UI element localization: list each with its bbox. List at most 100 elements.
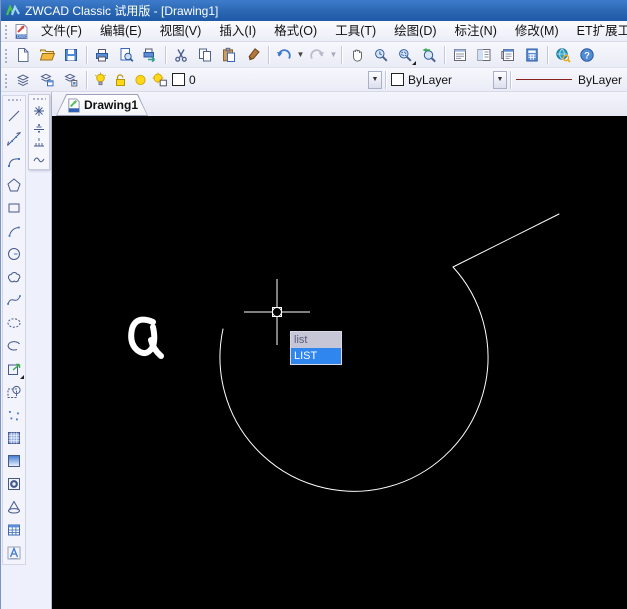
publish-button[interactable] [138,44,162,66]
multiple-point-button[interactable] [29,103,49,119]
menu-bar: DWG 文件(F) 编辑(E) 视图(V) 插入(I) 格式(O) 工具(T) 绘图(D) 标… [1,21,627,42]
color-combo-arrow[interactable]: ▼ [493,70,507,89]
menu-item[interactable]: 插入(I) [210,21,265,41]
svg-text:?: ? [584,50,590,61]
cut-button[interactable] [169,44,193,66]
layer-states-button[interactable] [59,69,83,91]
layer-tools-button[interactable] [35,69,59,91]
construction-line-button[interactable] [3,127,25,150]
menu-item[interactable]: 格式(O) [265,21,326,41]
undo-button[interactable] [272,44,296,66]
layer-manager-button[interactable] [11,69,35,91]
ellipse-arc-button[interactable] [3,334,25,357]
tab-drawing1[interactable]: Drawing1 [56,94,148,116]
revision-cloud-button[interactable] [3,265,25,288]
print-preview-button[interactable] [114,44,138,66]
menu-item[interactable]: 绘图(D) [385,21,445,41]
open-button[interactable] [35,44,59,66]
menu-item[interactable]: 视图(V) [151,21,211,41]
properties-button[interactable] [448,44,472,66]
circle-button[interactable] [3,242,25,265]
ellipse-button[interactable] [3,311,25,334]
autocomplete-typed[interactable]: list [291,332,341,348]
mtext-button[interactable] [3,541,25,564]
point-flyout-toolbar [28,94,50,170]
pan-button[interactable] [345,44,369,66]
autocomplete-selected[interactable]: LIST [291,348,341,364]
flyout-corner [20,375,24,379]
measure-button[interactable] [29,135,49,151]
command-autocomplete: list LIST [290,331,342,365]
zoom-realtime-button[interactable] [369,44,393,66]
menu-items: 文件(F) 编辑(E) 视图(V) 插入(I) 格式(O) 工具(T) 绘图(D) 标注(N)… [32,21,627,41]
table-button[interactable] [3,518,25,541]
gradient-button[interactable] [3,449,25,472]
search-button[interactable] [551,44,575,66]
polygon-button[interactable] [3,173,25,196]
menu-item[interactable]: 编辑(E) [91,21,151,41]
menu-item[interactable]: 文件(F) [32,21,91,41]
copy-button[interactable] [193,44,217,66]
redo-button[interactable] [305,44,329,66]
point-button[interactable] [3,403,25,426]
rectangle-button[interactable] [3,196,25,219]
layer-combo-arrow[interactable]: ▼ [368,70,382,89]
toolbar-grip[interactable] [32,97,46,102]
color-value: ByLayer [408,72,453,87]
drawing-canvas[interactable]: list LIST [52,116,627,609]
zwcad-logo-icon [5,3,20,15]
save-button[interactable] [59,44,83,66]
layer-name: 0 [189,72,196,87]
zoom-previous-button[interactable] [417,44,441,66]
zoom-window-button[interactable] [393,44,417,66]
menu-item[interactable]: ET扩展工具(X) [568,21,627,41]
layer-combo[interactable]: 0 ▼ [90,70,382,90]
redo-dropdown[interactable]: ▼ [329,44,338,66]
layer-viewport-sun-icon[interactable] [150,71,170,89]
menu-item[interactable]: 工具(T) [326,21,385,41]
toolbar-grip[interactable] [3,46,9,63]
undo-dropdown[interactable]: ▼ [296,44,305,66]
document-tab-bar: Drawing1 [52,92,627,116]
linetype-sample [516,79,572,80]
toolbar-grip[interactable] [3,71,9,88]
linetype-combo[interactable]: ByLayer [514,70,627,90]
donut-button[interactable] [3,472,25,495]
line-segment [452,213,560,268]
layer-unlock-icon[interactable] [110,71,130,89]
freehand-sketch [128,316,164,359]
layer-color-swatch [172,73,185,86]
new-button[interactable] [11,44,35,66]
paste-button[interactable] [217,44,241,66]
color-combo[interactable]: ByLayer ▼ [389,70,507,90]
hatch-button[interactable] [3,426,25,449]
format-painter-button[interactable] [241,44,265,66]
menu-grip[interactable] [3,23,9,39]
help-button[interactable]: ? [575,44,599,66]
make-block-button[interactable] [3,380,25,403]
toolbar-grip[interactable] [7,98,21,103]
insert-block-button[interactable] [3,357,25,380]
layer-thaw-sun-icon[interactable] [130,71,150,89]
sketch-button[interactable] [29,151,49,167]
color-swatch [391,73,404,86]
standard-toolbar: ▼ ▼ ? [1,42,627,68]
divide-button[interactable] [29,119,49,135]
dwg-file-icon: DWG [15,23,28,39]
window-title: ZWCAD Classic 试用版 - [Drawing1] [25,4,219,18]
cone-button[interactable] [3,495,25,518]
polyline-button[interactable] [3,150,25,173]
tool-palettes-button[interactable] [496,44,520,66]
zwcad-window: ZWCAD Classic 试用版 - [Drawing1] DWG 文件(F)… [0,0,627,609]
layer-toolbar: 0 ▼ ByLayer ▼ ByLayer [1,68,627,92]
circle-arc [219,266,489,492]
layer-on-bulb-icon[interactable] [90,71,110,89]
menu-item[interactable]: 标注(N) [446,21,506,41]
spline-button[interactable] [3,288,25,311]
design-center-button[interactable] [472,44,496,66]
quick-calc-button[interactable] [520,44,544,66]
arc-button[interactable] [3,219,25,242]
print-button[interactable] [90,44,114,66]
menu-item[interactable]: 修改(M) [506,21,568,41]
line-button[interactable] [3,104,25,127]
